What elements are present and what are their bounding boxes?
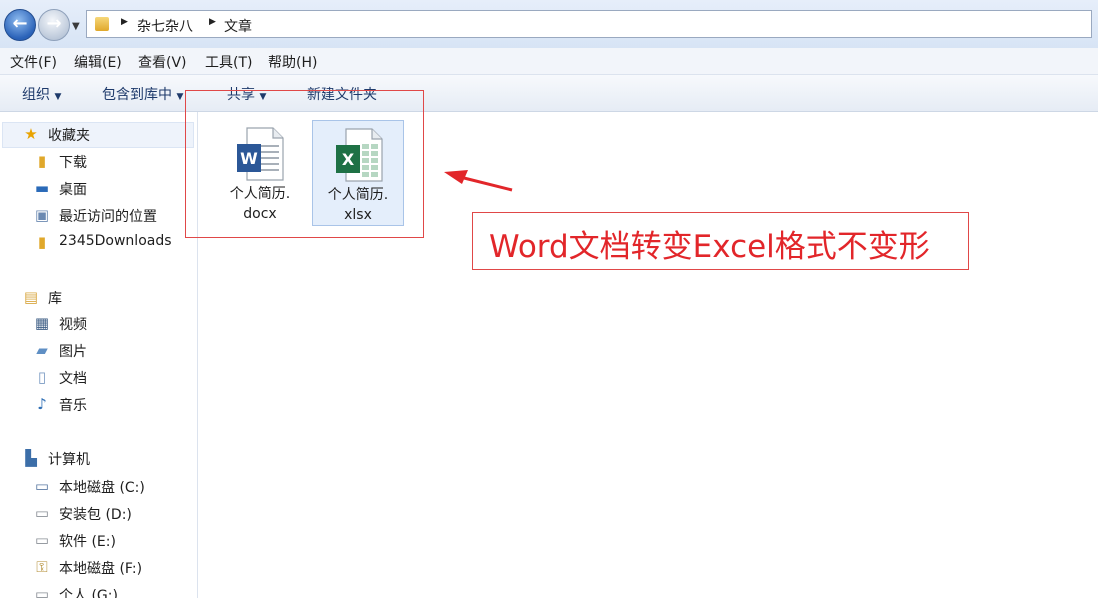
desktop-icon: ▬ [34,179,50,197]
menu-tools[interactable]: 工具(T) [205,52,252,72]
navigation-pane: ★ 收藏夹 ▮ 下载 ▬ 桌面 ▣ 最近访问的位置 ▮ 2345Download… [0,112,198,598]
breadcrumb-chevron-icon[interactable]: ▶ [209,17,216,27]
sidebar-item-label: 安装包 (D:) [59,507,132,523]
locked-drive-icon: ⚿ [36,558,48,576]
breadcrumb-chevron-icon[interactable]: ▶ [121,17,128,27]
dropdown-caret-icon: ▼ [176,92,184,102]
sidebar-group-label: 收藏夹 [48,128,90,144]
sidebar-item-label: 桌面 [59,182,87,198]
library-icon: ▤ [23,288,39,306]
documents-icon: ▯ [37,368,47,386]
address-box[interactable]: ▶ 杂七杂八 ▶ 文章 [86,10,1092,38]
include-in-library-button[interactable]: 包含到库中 ▼ [102,84,183,104]
drive-icon: ▭ [34,585,50,598]
highlight-frame [185,90,424,238]
sidebar-item-label: 本地磁盘 (C:) [59,480,145,496]
annotation-arrow-icon [444,170,513,192]
address-bar-area: ← → ▼ ▶ 杂七杂八 ▶ 文章 [0,0,1098,48]
forward-arrow-icon: → [46,13,62,34]
organize-button[interactable]: 组织 ▼ [22,84,61,104]
sidebar-group-label: 计算机 [48,452,90,468]
command-bar: 组织 ▼ 包含到库中 ▼ 共享 ▼ 新建文件夹 [0,75,1098,112]
sidebar-item-label: 软件 (E:) [59,534,116,550]
drive-icon: ▭ [34,531,50,549]
breadcrumb-item[interactable]: 文章 [224,16,252,36]
recent-pages-dropdown-icon[interactable]: ▼ [72,21,80,32]
sidebar-item-label: 最近访问的位置 [59,209,157,225]
star-icon: ★ [24,125,38,143]
folder-icon [95,17,109,31]
sidebar-item-label: 视频 [59,317,87,333]
sidebar-item-label: 本地磁盘 (F:) [59,561,143,577]
annotation-text: Word文档转变Excel格式不变形 [489,229,930,265]
folder-icon: ▮ [37,233,47,251]
menu-view[interactable]: 查看(V) [138,52,187,72]
annotation-callout: Word文档转变Excel格式不变形 [472,212,969,270]
menu-edit[interactable]: 编辑(E) [74,52,122,72]
sidebar-item-label: 个人 (G:) [59,588,118,598]
sidebar-item-label: 2345Downloads [59,233,172,249]
downloads-folder-icon: ▮ [37,152,47,170]
back-button[interactable]: ← [4,9,36,41]
sidebar-item-label: 文档 [59,371,87,387]
computer-icon: ▙ [25,449,37,467]
music-icon: ♪ [37,395,47,413]
menu-file[interactable]: 文件(F) [10,52,57,72]
back-arrow-icon: ← [12,13,28,34]
sidebar-group-label: 库 [48,291,62,307]
sidebar-item-label: 下载 [59,155,87,171]
pictures-icon: ▰ [36,341,48,359]
menu-help[interactable]: 帮助(H) [268,52,317,72]
breadcrumb-item[interactable]: 杂七杂八 [137,16,193,36]
sidebar-item-label: 音乐 [59,398,87,414]
drive-icon: ▭ [34,504,50,522]
forward-button[interactable]: → [38,9,70,41]
recent-places-icon: ▣ [34,206,50,224]
dropdown-caret-icon: ▼ [54,92,62,102]
video-icon: ▦ [34,314,50,332]
organize-label: 组织 [22,87,50,103]
include-label: 包含到库中 [102,87,172,103]
menu-bar: 文件(F) 编辑(E) 查看(V) 工具(T) 帮助(H) [0,48,1098,75]
system-drive-icon: ▭ [34,477,50,495]
sidebar-item-label: 图片 [59,344,87,360]
